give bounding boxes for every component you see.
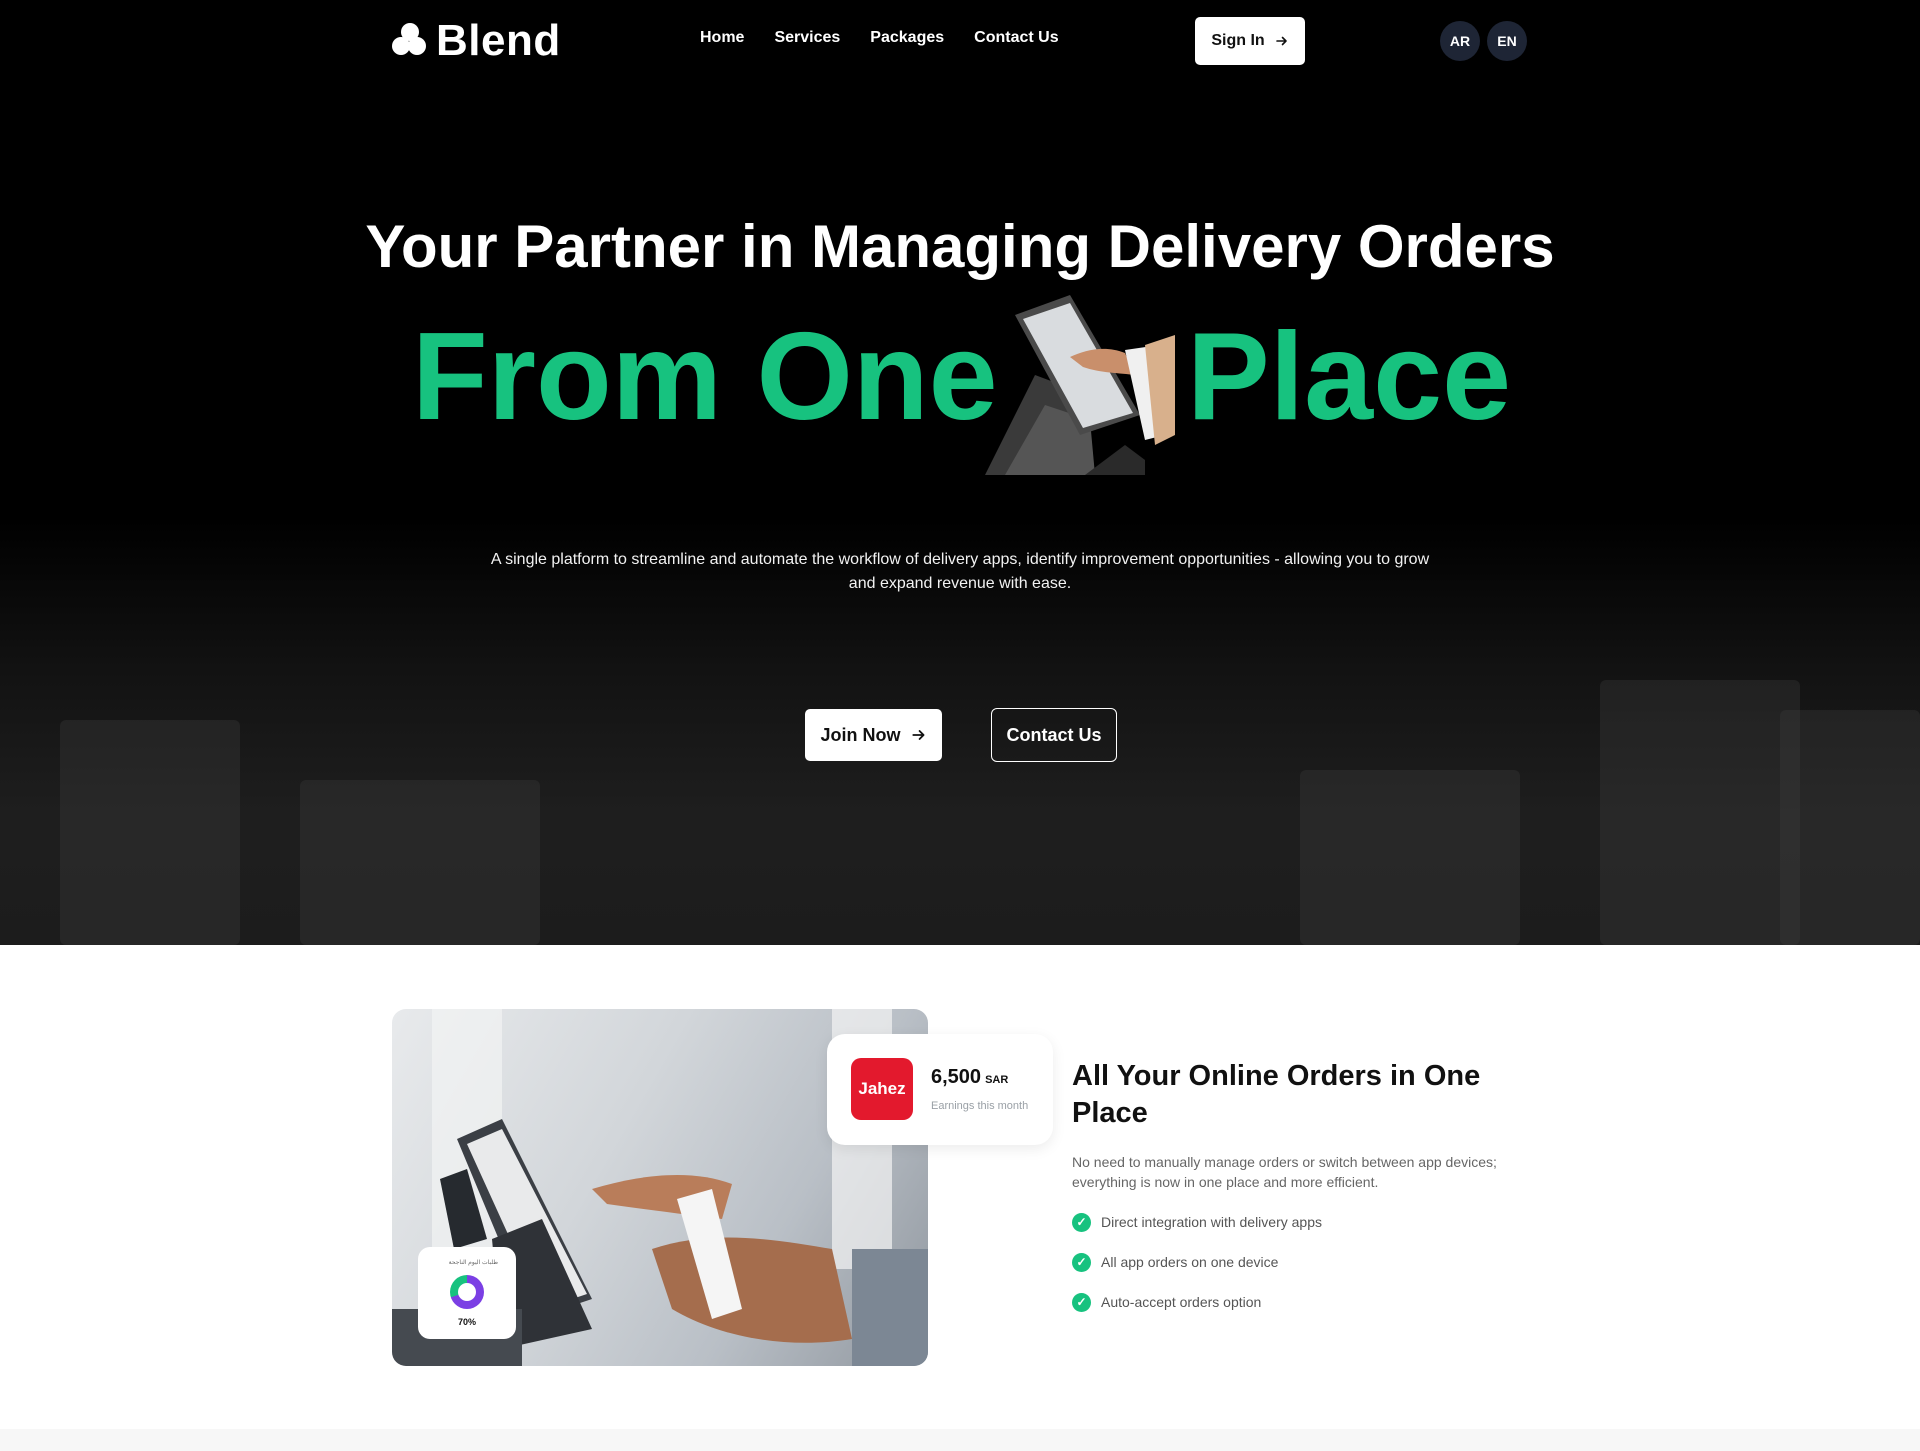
brand-logo[interactable]: Blend [392, 16, 561, 66]
hero-section: Blend Home Services Packages Contact Us … [0, 0, 1920, 945]
sign-in-label: Sign In [1211, 32, 1265, 49]
check-circle-icon: ✓ [1072, 1212, 1091, 1232]
checklist-item-label: All app orders on one device [1101, 1254, 1279, 1270]
checklist-item: ✓ Direct integration with delivery apps [1072, 1212, 1322, 1232]
join-now-label: Join Now [820, 724, 901, 745]
logo-text: Blend [436, 16, 561, 65]
pos-terminal-illustration [985, 295, 1175, 475]
checklist-item-label: Auto-accept orders option [1101, 1294, 1262, 1310]
earnings-card: Jahez 6,500 SAR Earnings this month [827, 1034, 1053, 1145]
check-circle-icon: ✓ [1072, 1252, 1091, 1272]
next-section-edge [0, 1429, 1920, 1451]
lang-ar-button[interactable]: AR [1440, 21, 1480, 61]
arrow-right-icon [1275, 36, 1287, 46]
earnings-amount: 6,500 SAR [931, 1066, 1008, 1089]
feature-checklist: ✓ Direct integration with delivery apps … [1072, 1212, 1322, 1332]
feature-description: No need to manually manage orders or swi… [1072, 1154, 1497, 1190]
contact-us-button[interactable]: Contact Us [991, 708, 1117, 762]
main-nav: Home Services Packages Contact Us [700, 29, 1059, 47]
site-header: Blend Home Services Packages Contact Us … [0, 0, 1920, 82]
earnings-value: 6,500 [931, 1066, 982, 1088]
checklist-item-label: Direct integration with delivery apps [1101, 1214, 1322, 1230]
feature-title: All Your Online Orders in One Place [1072, 1060, 1481, 1129]
hero-highlight-right: Place [1187, 308, 1512, 446]
success-rate-card: طلبات اليوم الناجحة 70% [418, 1247, 516, 1339]
sign-in-button[interactable]: Sign In [1195, 17, 1305, 65]
lang-en-button[interactable]: EN [1487, 21, 1527, 61]
checklist-item: ✓ All app orders on one device [1072, 1252, 1322, 1272]
hero-description: A single platform to streamline and auto… [490, 551, 1430, 592]
hero-highlight-left: From One [412, 308, 998, 446]
check-circle-icon: ✓ [1072, 1292, 1091, 1312]
donut-chart [450, 1275, 484, 1309]
donut-label: طلبات اليوم الناجحة [448, 1260, 498, 1266]
earnings-note: Earnings this month [931, 1100, 1029, 1112]
nav-services[interactable]: Services [774, 29, 840, 47]
arrow-right-icon [911, 730, 924, 740]
cloud-logo-icon [392, 23, 428, 59]
donut-percent: 70% [457, 1317, 476, 1327]
nav-packages[interactable]: Packages [870, 29, 944, 47]
nav-contact-us[interactable]: Contact Us [974, 29, 1058, 47]
checklist-item: ✓ Auto-accept orders option [1072, 1292, 1322, 1312]
jahez-logo: Jahez [851, 1058, 913, 1120]
earnings-currency: SAR [985, 1074, 1009, 1086]
join-now-button[interactable]: Join Now [805, 709, 942, 761]
hero-title: Your Partner in Managing Delivery Orders [365, 213, 1555, 280]
nav-home[interactable]: Home [700, 29, 744, 47]
